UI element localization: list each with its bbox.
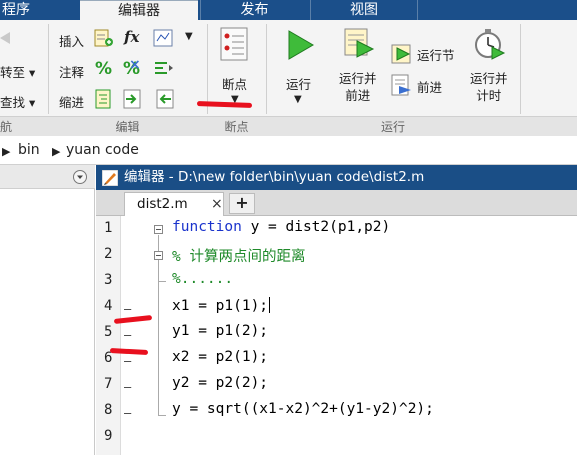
fold-end xyxy=(158,281,166,282)
insert-function-icon[interactable] xyxy=(153,29,175,47)
matlab-window: 程序 编辑器 发布 视图 转至 ▾ 查找 ▾ 插入 fx ▼ 注释 % % × 缩… xyxy=(0,0,577,455)
line-number: 5 xyxy=(104,324,113,340)
run-advance-label[interactable]: 运行并 前进 xyxy=(339,70,377,104)
smart-indent-icon[interactable] xyxy=(95,89,113,109)
fold-guide xyxy=(158,235,159,415)
run-label[interactable]: 运行 xyxy=(286,74,311,93)
line-number: 9 xyxy=(104,428,113,444)
breakpoints-group-label: 断点 xyxy=(224,120,249,134)
line-number: 3 xyxy=(104,272,113,288)
indent-label[interactable]: 缩进 xyxy=(59,92,84,111)
separator xyxy=(520,24,521,114)
separator xyxy=(266,24,267,114)
run-group-label: 运行 xyxy=(380,120,405,134)
breadcrumb-arrow-icon: ▶ xyxy=(2,145,11,158)
line-number: 1 xyxy=(104,220,113,236)
add-tab-button[interactable]: + xyxy=(229,193,255,214)
comment-label[interactable]: 注释 xyxy=(59,62,84,81)
breakpoint-slot[interactable]: — xyxy=(124,354,131,368)
code-line[interactable]: %...... xyxy=(172,271,233,287)
line-number: 8 xyxy=(104,402,113,418)
tab-dist2-label: dist2.m xyxy=(137,196,188,212)
wrap-comment-icon[interactable] xyxy=(153,59,175,77)
line-number: 7 xyxy=(104,376,113,392)
tab-publish-label: 发布 xyxy=(240,2,269,18)
edit-group-label: 编辑 xyxy=(115,120,140,134)
run-section-icon[interactable] xyxy=(391,42,413,64)
find-button[interactable]: 查找 ▾ xyxy=(0,92,35,111)
editor-tabbar: dist2.m × + xyxy=(96,190,577,216)
breakpoint-label[interactable]: 断点 xyxy=(222,74,247,93)
fx-icon[interactable]: fx xyxy=(124,28,139,46)
close-icon[interactable]: × xyxy=(211,193,223,215)
advance-label[interactable]: 前进 xyxy=(417,77,442,96)
panel-options-icon[interactable] xyxy=(72,169,88,185)
tab-program[interactable]: 程序 xyxy=(0,0,56,20)
breakpoint-slot[interactable]: — xyxy=(124,302,131,316)
insert-dropdown-icon[interactable]: ▼ xyxy=(185,31,193,42)
breakpoint-slot[interactable]: — xyxy=(124,406,131,420)
tab-program-label: 程序 xyxy=(2,2,30,18)
code-line[interactable]: y2 = p2(2); xyxy=(172,375,268,391)
goto-button[interactable]: 转至 ▾ xyxy=(0,62,35,81)
indent-right-icon[interactable] xyxy=(123,89,145,109)
current-folder-panel xyxy=(0,165,95,455)
indent-left-icon[interactable] xyxy=(153,89,175,109)
code-line[interactable]: y = sqrt((x1-x2)^2+(y1-y2)^2); xyxy=(172,401,434,417)
comment-percent-icon[interactable]: % xyxy=(95,59,112,79)
breadcrumb-bin[interactable]: bin xyxy=(18,142,40,158)
advance-icon[interactable] xyxy=(391,74,413,96)
address-bar[interactable]: ▶ bin ▶ yuan code xyxy=(0,137,577,165)
run-icon[interactable] xyxy=(285,29,315,61)
toolstrip-tabs: 程序 编辑器 发布 视图 xyxy=(0,0,577,20)
editor-titlebar: 编辑器 - D:\new folder\bin\yuan code\dist2.… xyxy=(96,165,577,190)
code-line[interactable]: x1 = p1(1); xyxy=(172,297,271,314)
line-number: 2 xyxy=(104,246,113,262)
run-section-label[interactable]: 运行节 xyxy=(417,45,455,64)
line-number: 4 xyxy=(104,298,113,314)
breakpoint-slot[interactable]: — xyxy=(124,380,131,394)
code-line[interactable]: x2 = p2(1); xyxy=(172,349,268,365)
navigate-group-label: 航 xyxy=(0,120,13,134)
tab-view-label: 视图 xyxy=(350,2,378,18)
uncomment-icon[interactable]: % × xyxy=(123,57,141,79)
breakpoint-slot[interactable]: — xyxy=(124,328,131,342)
run-advance-icon[interactable] xyxy=(343,27,377,61)
ribbon: 转至 ▾ 查找 ▾ 插入 fx ▼ 注释 % % × 缩进 断点 ▼ 运行 ▼ 运… xyxy=(0,20,577,136)
editor-window: 编辑器 - D:\new folder\bin\yuan code\dist2.… xyxy=(96,165,577,455)
group-label-bar: 航 编辑 断点 运行 xyxy=(0,116,577,136)
fold-end xyxy=(158,415,166,416)
code-line[interactable]: y1 = p1(2); xyxy=(172,323,268,339)
run-and-time-icon[interactable] xyxy=(474,27,506,61)
separator xyxy=(48,24,49,114)
editor-icon xyxy=(102,170,118,186)
panel-header xyxy=(0,165,95,189)
breadcrumb-yuan-code[interactable]: yuan code xyxy=(66,142,139,158)
tab-editor[interactable]: 编辑器 xyxy=(80,0,198,20)
breakpoint-icon[interactable] xyxy=(220,27,250,61)
tab-editor-label: 编辑器 xyxy=(118,3,160,19)
run-and-time-label[interactable]: 运行并 计时 xyxy=(470,70,508,104)
code-text: x1 = p1(1); xyxy=(172,298,269,314)
tab-view[interactable]: 视图 xyxy=(310,0,418,20)
code-line[interactable]: % 计算两点间的距离 xyxy=(172,245,305,266)
keyword-function: function xyxy=(172,219,242,235)
text-cursor xyxy=(269,297,271,313)
tab-dist2[interactable]: dist2.m × xyxy=(124,192,224,216)
fold-toggle-icon[interactable] xyxy=(154,225,163,234)
fold-toggle-icon[interactable] xyxy=(154,251,163,260)
insert-icon[interactable] xyxy=(94,29,114,47)
insert-label[interactable]: 插入 xyxy=(59,31,84,50)
breadcrumb-arrow-icon: ▶ xyxy=(52,145,61,158)
editor-title: 编辑器 - D:\new folder\bin\yuan code\dist2.… xyxy=(124,169,425,185)
navigate-icon xyxy=(0,32,10,44)
red-annotation-mark xyxy=(196,101,253,108)
tab-publish[interactable]: 发布 xyxy=(200,0,308,20)
run-dropdown-icon[interactable]: ▼ xyxy=(294,94,302,105)
code-text: y = dist2(p1,p2) xyxy=(241,219,391,235)
code-line[interactable]: function y = dist2(p1,p2) xyxy=(172,219,390,235)
